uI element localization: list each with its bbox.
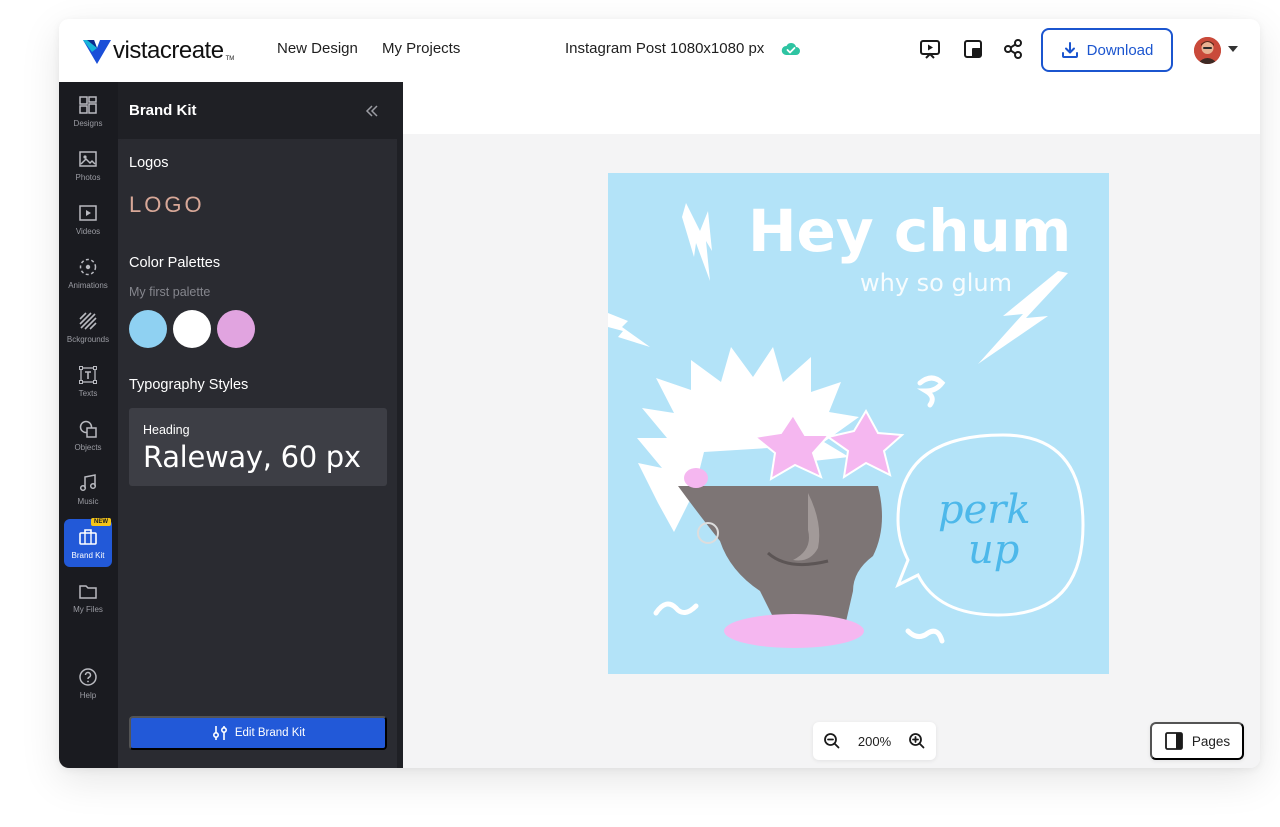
rail-label: Music xyxy=(77,496,99,506)
zoom-in-icon[interactable] xyxy=(908,732,926,750)
present-icon[interactable] xyxy=(919,38,941,60)
brand-wordmark: vistacreate xyxy=(113,37,224,64)
pages-icon xyxy=(1164,732,1183,750)
pages-button[interactable]: Pages xyxy=(1150,722,1244,760)
color-swatch[interactable] xyxy=(217,310,255,348)
typography-style-card[interactable]: Heading Raleway, 60 px xyxy=(129,408,387,486)
rail-label: Photos xyxy=(75,172,101,182)
share-icon[interactable] xyxy=(1002,38,1024,60)
panel-header: Brand Kit xyxy=(118,82,403,139)
edit-brand-kit-label: Edit Brand Kit xyxy=(234,727,306,739)
help-icon xyxy=(79,667,97,686)
objects-icon xyxy=(79,420,97,438)
typography-styles-title: Typography Styles xyxy=(129,377,249,393)
nav-new-design[interactable]: New Design xyxy=(277,40,358,57)
rail-label: Designs xyxy=(73,118,103,128)
color-swatch[interactable] xyxy=(129,310,167,348)
artboard[interactable]: Hey chum why so glum perk up xyxy=(608,173,1109,674)
artboard-artwork: Hey chum why so glum perk up xyxy=(608,197,1085,648)
typography-label: Heading xyxy=(143,423,190,437)
resize-icon[interactable] xyxy=(962,38,984,60)
animations-icon xyxy=(79,258,97,275)
double-chevron-left-icon[interactable] xyxy=(365,104,379,118)
app-window: vistacreate TM New Design My Projects In… xyxy=(59,19,1260,768)
squiggle-1 xyxy=(916,375,946,408)
sliders-icon xyxy=(212,726,227,740)
color-palettes-title: Color Palettes xyxy=(129,255,221,271)
zoom-out-icon[interactable] xyxy=(823,732,841,750)
new-badge: NEW xyxy=(91,518,111,526)
lightning-bolt-left xyxy=(682,203,712,281)
music-icon xyxy=(79,473,97,491)
left-rail: Designs Photos Videos Animations Bckgrou… xyxy=(59,82,118,768)
avatar[interactable] xyxy=(1194,37,1221,64)
bubble-text-up: up xyxy=(968,527,1019,573)
nav-my-projects[interactable]: My Projects xyxy=(382,40,460,57)
brand-kit-panel: Brand Kit Logos LOGO Color Palettes My f… xyxy=(118,82,403,768)
subhead-text: why so glum xyxy=(860,269,1012,297)
squiggle-3 xyxy=(905,628,945,644)
pink-bust-base xyxy=(724,614,864,648)
rail-item-my-files[interactable]: My Files xyxy=(64,573,112,621)
zoom-level[interactable]: 200% xyxy=(858,734,891,749)
canvas-workspace: Hey chum why so glum perk up 200% Pages xyxy=(403,82,1260,768)
rail-item-music[interactable]: Music xyxy=(64,465,112,513)
rail-label: My Files xyxy=(73,604,103,614)
edit-brand-kit-button[interactable]: Edit Brand Kit xyxy=(129,716,387,750)
headline-text: Hey chum xyxy=(748,197,1071,265)
top-bar: vistacreate TM New Design My Projects In… xyxy=(59,19,1260,82)
brand-logo[interactable]: LOGO xyxy=(129,192,205,218)
folder-icon xyxy=(79,584,97,599)
brand-kit-icon xyxy=(79,528,97,545)
rail-label: Help xyxy=(79,690,97,700)
vistacreate-logo[interactable]: vistacreate TM xyxy=(83,37,234,65)
rail-label: Texts xyxy=(78,388,98,398)
logos-section-title: Logos xyxy=(129,155,169,171)
rail-label: Bckgrounds xyxy=(66,334,110,344)
backgrounds-icon xyxy=(79,311,97,330)
zoom-control: 200% xyxy=(813,722,936,760)
rail-item-photos[interactable]: Photos xyxy=(64,141,112,189)
squiggle-2 xyxy=(653,601,699,616)
cloud-saved-icon xyxy=(781,42,800,55)
document-title[interactable]: Instagram Post 1080x1080 px xyxy=(565,40,764,57)
rail-item-designs[interactable]: Designs xyxy=(64,87,112,135)
lightning-bolt-small xyxy=(608,313,650,347)
palette-name: My first palette xyxy=(129,285,211,299)
vistacreate-logo-icon xyxy=(83,40,111,64)
chevron-down-icon[interactable] xyxy=(1228,46,1238,52)
rail-label: Brand Kit xyxy=(71,550,105,560)
pages-label: Pages xyxy=(1191,733,1231,749)
download-label: Download xyxy=(1086,41,1154,59)
rail-label: Videos xyxy=(75,226,101,236)
rail-label: Animations xyxy=(68,280,108,290)
rail-item-videos[interactable]: Videos xyxy=(64,195,112,243)
rail-item-animations[interactable]: Animations xyxy=(64,249,112,297)
download-button[interactable]: Download xyxy=(1041,28,1173,72)
typography-value: Raleway, 60 px xyxy=(143,440,361,474)
photos-icon xyxy=(79,150,97,167)
brand-tm: TM xyxy=(225,56,235,62)
texts-icon xyxy=(79,365,97,384)
videos-icon xyxy=(79,204,97,221)
rail-item-objects[interactable]: Objects xyxy=(64,411,112,459)
rail-item-brand-kit[interactable]: NEW Brand Kit xyxy=(64,518,112,567)
rail-item-help[interactable]: Help xyxy=(64,659,112,707)
designs-icon xyxy=(79,95,97,114)
toolbar-strip xyxy=(403,82,1260,134)
rail-label: Objects xyxy=(74,442,102,452)
download-icon xyxy=(1061,42,1078,58)
color-swatch[interactable] xyxy=(173,310,211,348)
rail-item-backgrounds[interactable]: Bckgrounds xyxy=(64,303,112,351)
rail-item-texts[interactable]: Texts xyxy=(64,357,112,405)
avatar-image xyxy=(1194,37,1221,64)
panel-title: Brand Kit xyxy=(129,102,197,119)
